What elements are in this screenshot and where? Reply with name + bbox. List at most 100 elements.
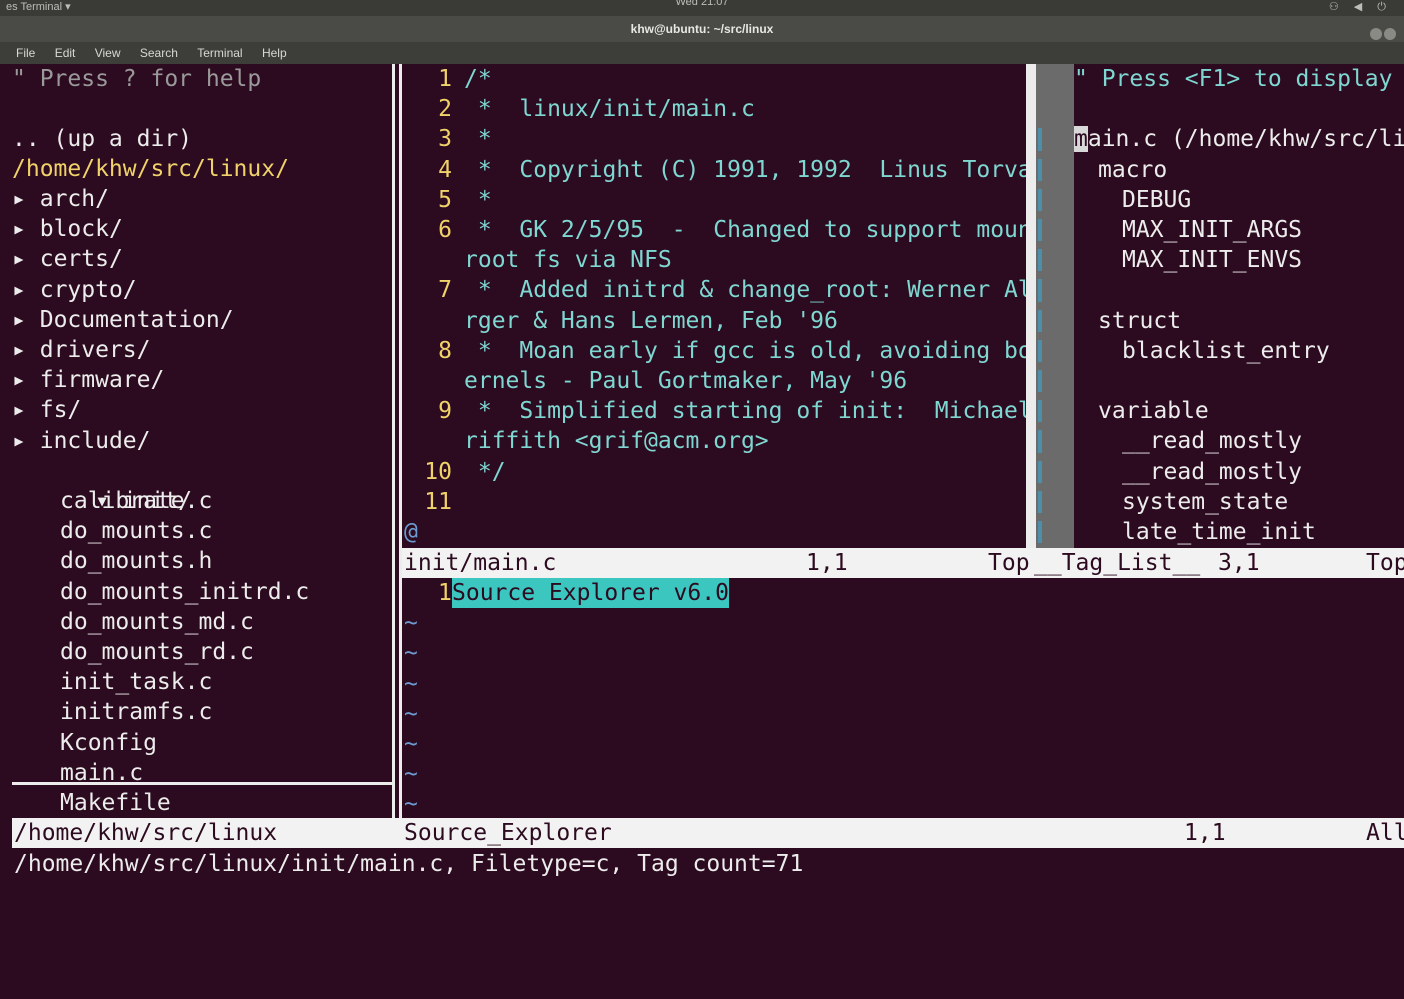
taglist-group-header[interactable]: variable <box>1098 396 1209 426</box>
source-explorer-line-no: 1 <box>438 580 452 606</box>
nerdtree-file-item[interactable]: do_mounts_initrd.c <box>60 577 309 607</box>
code-line[interactable]: root fs via NFS <box>464 245 672 275</box>
empty-line-tilde: ~ <box>404 610 418 637</box>
nerdtree-file-item[interactable]: do_mounts_rd.c <box>60 637 254 667</box>
code-line[interactable]: * Simplified starting of init: Michael A… <box>464 396 1026 426</box>
nerdtree-cursor-underline <box>12 782 392 785</box>
nerdtree-dir-item[interactable]: ▸ fs/ <box>12 395 81 425</box>
nerdtree-file-item[interactable]: Makefile <box>60 788 171 818</box>
line-number: 5 <box>438 186 452 213</box>
menu-search[interactable]: Search <box>140 46 178 60</box>
code-line[interactable]: * <box>464 124 492 154</box>
menu-help[interactable]: Help <box>262 46 287 60</box>
nerdtree-root[interactable]: /home/khw/src/linux/ <box>12 154 289 184</box>
nerdtree-file-item[interactable]: Kconfig <box>60 728 157 758</box>
command-line[interactable]: /home/khw/src/linux/init/main.c, Filetyp… <box>14 849 803 879</box>
code-line[interactable]: /* <box>464 64 492 94</box>
nerdtree-dir-item[interactable]: ▸ Documentation/ <box>12 305 234 335</box>
menu-bar: File Edit View Search Terminal Help <box>0 42 1404 64</box>
system-tray-icons[interactable]: ⚇ ◀ ⏻ <box>1329 0 1392 14</box>
code-line[interactable]: ernels - Paul Gortmaker, May '96 <box>464 366 907 396</box>
fold-marker <box>1038 158 1042 181</box>
code-line[interactable]: rger & Hans Lermen, Feb '96 <box>464 306 838 336</box>
fold-marker <box>1038 400 1042 423</box>
lower-status-line: /home/khw/src/linux Source_Explorer 1,1 … <box>12 818 1404 848</box>
fold-marker <box>1038 219 1042 242</box>
taglist-tag-item[interactable]: blacklist_entry <box>1122 336 1330 366</box>
menu-terminal[interactable]: Terminal <box>197 46 242 60</box>
closed-arrow-icon: ▸ <box>12 427 26 454</box>
nerdtree-dir-item[interactable]: ▸ crypto/ <box>12 275 137 305</box>
code-line[interactable]: * Added initrd & change_root: Werner Alm… <box>464 275 1026 305</box>
fold-marker <box>1038 370 1042 393</box>
source-explorer-title[interactable]: Source Explorer v6.0 <box>452 578 729 609</box>
nerdtree-dir-item[interactable]: ▸ certs/ <box>12 244 123 274</box>
fold-marker <box>1038 430 1042 453</box>
nerdtree-dir-label: Documentation/ <box>39 306 234 333</box>
nerdtree-file-item[interactable]: do_mounts.c <box>60 516 212 546</box>
vertical-split-right[interactable] <box>1026 64 1036 548</box>
line-number: 7 <box>438 277 452 304</box>
clock[interactable]: Wed 21:07 <box>0 0 1404 8</box>
taglist-tag-item[interactable]: late_time_init <box>1122 517 1316 547</box>
nerdtree-dir-item[interactable]: ▸ include/ <box>12 426 151 456</box>
taglist-tag-item[interactable]: __read_mostly <box>1122 426 1302 456</box>
code-line[interactable]: * GK 2/5/95 - Changed to support mountin… <box>464 215 1026 245</box>
menu-edit[interactable]: Edit <box>55 46 76 60</box>
code-line[interactable]: * linux/init/main.c <box>464 94 755 124</box>
nerdtree-dir-label: crypto/ <box>39 276 137 303</box>
nerdtree-pane[interactable]: " Press ? for help .. (up a dir) /home/k… <box>12 64 392 818</box>
taglist-tag-item[interactable]: __read_mostly <box>1122 457 1302 487</box>
code-line[interactable]: */ <box>464 457 506 487</box>
code-line[interactable]: * <box>464 185 492 215</box>
empty-line-tilde: ~ <box>404 761 418 788</box>
closed-arrow-icon: ▸ <box>12 186 26 212</box>
closed-arrow-icon: ▸ <box>12 337 26 363</box>
nerdtree-dir-item[interactable]: ▸ arch/ <box>12 184 109 214</box>
line-number: 8 <box>438 337 452 364</box>
nerdtree-file-item[interactable]: do_mounts_md.c <box>60 607 254 637</box>
empty-line-tilde: ~ <box>404 791 418 818</box>
empty-line-tilde: ~ <box>404 700 418 727</box>
menu-view[interactable]: View <box>95 46 121 60</box>
editor-pane[interactable]: 1 /* 2 * linux/init/main.c 3 * 4 * Copyright… <box>402 64 1026 548</box>
empty-line-tilde: ~ <box>404 731 418 757</box>
source-explorer-status-name: Source_Explorer <box>404 820 612 846</box>
source-explorer-status-all: All <box>1366 820 1404 846</box>
taglist-tag-item[interactable]: system_state <box>1122 487 1288 517</box>
taglist-file[interactable]: main.c (/home/khw/src/linux <box>1074 124 1404 154</box>
taglist-help: " Press <F1> to display hel <box>1074 66 1393 92</box>
nerdtree-file-item[interactable]: initramfs.c <box>60 697 212 727</box>
nerdtree-status: /home/khw/src/linux <box>14 820 278 846</box>
nerdtree-dir-label: firmware/ <box>39 367 165 394</box>
line-number: 11 <box>424 488 452 515</box>
code-line[interactable]: * Moan early if gcc is old, avoiding bog… <box>464 336 1026 366</box>
line-number: 4 <box>438 156 452 183</box>
nerdtree-up-dir[interactable]: .. (up a dir) <box>12 124 192 154</box>
taglist-tag-item[interactable]: MAX_INIT_ENVS <box>1122 245 1302 275</box>
editor-status-pos: 1,1 <box>806 550 848 576</box>
taglist-tag-item[interactable]: DEBUG <box>1122 185 1191 215</box>
nerdtree-dir-item[interactable]: ▸ block/ <box>12 214 123 244</box>
nerdtree-dir-item[interactable]: ▸ firmware/ <box>12 365 164 395</box>
menu-file[interactable]: File <box>16 46 35 60</box>
taglist-group-header[interactable]: macro <box>1098 155 1167 185</box>
nerdtree-file-item[interactable]: calibrate.c <box>60 486 212 516</box>
taglist-pane[interactable]: " Press <F1> to display hel main.c (/hom… <box>1074 64 1404 548</box>
source-explorer-pane[interactable]: 1 Source Explorer v6.0 ~ ~ ~ ~ ~ ~ ~ <box>402 578 1404 818</box>
terminal-area[interactable]: " Press ? for help .. (up a dir) /home/k… <box>12 64 1404 888</box>
nerdtree-file-item[interactable]: init_task.c <box>60 667 212 697</box>
close-button[interactable] <box>1384 28 1396 40</box>
fold-marker <box>1038 490 1042 513</box>
code-line[interactable]: riffith <grif@acm.org> <box>464 426 769 456</box>
nerdtree-dir-item[interactable]: ▸ drivers/ <box>12 335 151 365</box>
line-number: 10 <box>424 458 452 485</box>
code-line[interactable]: * Copyright (C) 1991, 1992 Linus Torvald… <box>464 155 1026 185</box>
minimize-button[interactable] <box>1370 28 1382 40</box>
empty-line-tilde: ~ <box>404 640 418 667</box>
fold-marker <box>1038 279 1042 302</box>
taglist-tag-item[interactable]: MAX_INIT_ARGS <box>1122 215 1302 245</box>
taglist-status-name: __Tag_List__ <box>1034 550 1201 576</box>
taglist-group-header[interactable]: struct <box>1098 306 1181 336</box>
nerdtree-file-item[interactable]: do_mounts.h <box>60 546 212 576</box>
